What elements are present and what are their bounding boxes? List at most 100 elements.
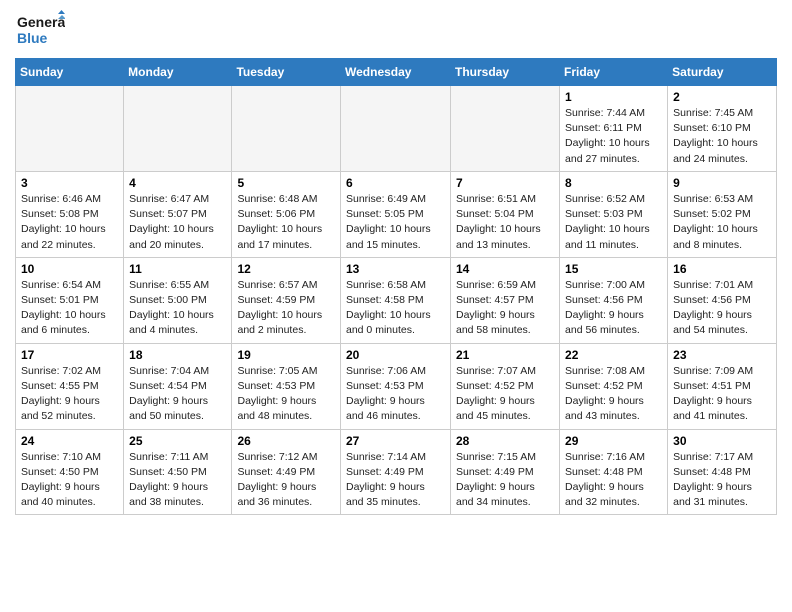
day-info: Sunrise: 6:48 AM Sunset: 5:06 PM Dayligh…	[237, 192, 335, 253]
day-info: Sunrise: 7:09 AM Sunset: 4:51 PM Dayligh…	[673, 364, 771, 425]
day-info: Sunrise: 6:46 AM Sunset: 5:08 PM Dayligh…	[21, 192, 118, 253]
logo-icon: General Blue	[15, 10, 65, 50]
day-number: 18	[129, 348, 226, 362]
calendar-cell: 20 Sunrise: 7:06 AM Sunset: 4:53 PM Dayli…	[341, 343, 451, 429]
day-number: 19	[237, 348, 335, 362]
day-info: Sunrise: 6:53 AM Sunset: 5:02 PM Dayligh…	[673, 192, 771, 253]
calendar-cell: 23 Sunrise: 7:09 AM Sunset: 4:51 PM Dayli…	[668, 343, 777, 429]
day-info: Sunrise: 6:47 AM Sunset: 5:07 PM Dayligh…	[129, 192, 226, 253]
day-number: 11	[129, 262, 226, 276]
day-number: 27	[346, 434, 445, 448]
day-number: 6	[346, 176, 445, 190]
logo: General Blue	[15, 10, 65, 50]
calendar-week-row: 24 Sunrise: 7:10 AM Sunset: 4:50 PM Dayli…	[16, 429, 777, 515]
day-info: Sunrise: 7:17 AM Sunset: 4:48 PM Dayligh…	[673, 450, 771, 511]
day-info: Sunrise: 7:16 AM Sunset: 4:48 PM Dayligh…	[565, 450, 662, 511]
calendar-cell: 19 Sunrise: 7:05 AM Sunset: 4:53 PM Dayli…	[232, 343, 341, 429]
calendar-cell: 27 Sunrise: 7:14 AM Sunset: 4:49 PM Dayli…	[341, 429, 451, 515]
day-info: Sunrise: 7:02 AM Sunset: 4:55 PM Dayligh…	[21, 364, 118, 425]
day-info: Sunrise: 6:51 AM Sunset: 5:04 PM Dayligh…	[456, 192, 554, 253]
day-number: 30	[673, 434, 771, 448]
calendar-cell: 29 Sunrise: 7:16 AM Sunset: 4:48 PM Dayli…	[560, 429, 668, 515]
calendar-cell: 8Sunrise: 6:52 AM Sunset: 5:03 PM Daylig…	[560, 171, 668, 257]
day-info: Sunrise: 7:05 AM Sunset: 4:53 PM Dayligh…	[237, 364, 335, 425]
calendar-cell: 30 Sunrise: 7:17 AM Sunset: 4:48 PM Dayli…	[668, 429, 777, 515]
day-info: Sunrise: 7:10 AM Sunset: 4:50 PM Dayligh…	[21, 450, 118, 511]
day-number: 7	[456, 176, 554, 190]
day-info: Sunrise: 6:59 AM Sunset: 4:57 PM Dayligh…	[456, 278, 554, 339]
calendar-cell	[451, 86, 560, 172]
calendar-cell: 13 Sunrise: 6:58 AM Sunset: 4:58 PM Dayli…	[341, 257, 451, 343]
day-number: 3	[21, 176, 118, 190]
day-number: 12	[237, 262, 335, 276]
calendar-cell: 17 Sunrise: 7:02 AM Sunset: 4:55 PM Dayli…	[16, 343, 124, 429]
day-number: 29	[565, 434, 662, 448]
calendar-cell: 24 Sunrise: 7:10 AM Sunset: 4:50 PM Dayli…	[16, 429, 124, 515]
day-info: Sunrise: 7:11 AM Sunset: 4:50 PM Dayligh…	[129, 450, 226, 511]
day-number: 14	[456, 262, 554, 276]
day-number: 26	[237, 434, 335, 448]
calendar-header-saturday: Saturday	[668, 59, 777, 86]
calendar-cell: 11Sunrise: 6:55 AM Sunset: 5:00 PM Dayli…	[124, 257, 232, 343]
day-info: Sunrise: 7:00 AM Sunset: 4:56 PM Dayligh…	[565, 278, 662, 339]
day-number: 17	[21, 348, 118, 362]
day-info: Sunrise: 7:45 AM Sunset: 6:10 PM Dayligh…	[673, 106, 771, 167]
calendar-header-friday: Friday	[560, 59, 668, 86]
day-info: Sunrise: 7:06 AM Sunset: 4:53 PM Dayligh…	[346, 364, 445, 425]
calendar-cell: 5Sunrise: 6:48 AM Sunset: 5:06 PM Daylig…	[232, 171, 341, 257]
calendar-cell: 26 Sunrise: 7:12 AM Sunset: 4:49 PM Dayli…	[232, 429, 341, 515]
calendar-cell: 28 Sunrise: 7:15 AM Sunset: 4:49 PM Dayli…	[451, 429, 560, 515]
day-info: Sunrise: 6:52 AM Sunset: 5:03 PM Dayligh…	[565, 192, 662, 253]
calendar-header-row: SundayMondayTuesdayWednesdayThursdayFrid…	[16, 59, 777, 86]
day-number: 24	[21, 434, 118, 448]
day-number: 25	[129, 434, 226, 448]
calendar-cell: 3 Sunrise: 6:46 AM Sunset: 5:08 PM Daylig…	[16, 171, 124, 257]
day-info: Sunrise: 6:54 AM Sunset: 5:01 PM Dayligh…	[21, 278, 118, 339]
calendar-week-row: 1Sunrise: 7:44 AM Sunset: 6:11 PM Daylig…	[16, 86, 777, 172]
day-number: 1	[565, 90, 662, 104]
calendar-header-thursday: Thursday	[451, 59, 560, 86]
calendar-cell: 9 Sunrise: 6:53 AM Sunset: 5:02 PM Daylig…	[668, 171, 777, 257]
calendar-week-row: 17 Sunrise: 7:02 AM Sunset: 4:55 PM Dayli…	[16, 343, 777, 429]
day-info: Sunrise: 6:58 AM Sunset: 4:58 PM Dayligh…	[346, 278, 445, 339]
day-info: Sunrise: 7:07 AM Sunset: 4:52 PM Dayligh…	[456, 364, 554, 425]
day-info: Sunrise: 7:04 AM Sunset: 4:54 PM Dayligh…	[129, 364, 226, 425]
svg-text:General: General	[17, 14, 65, 30]
day-number: 9	[673, 176, 771, 190]
day-number: 10	[21, 262, 118, 276]
calendar-cell: 16 Sunrise: 7:01 AM Sunset: 4:56 PM Dayli…	[668, 257, 777, 343]
calendar-cell: 15 Sunrise: 7:00 AM Sunset: 4:56 PM Dayli…	[560, 257, 668, 343]
svg-text:Blue: Blue	[17, 30, 48, 46]
day-number: 13	[346, 262, 445, 276]
calendar-cell: 10 Sunrise: 6:54 AM Sunset: 5:01 PM Dayli…	[16, 257, 124, 343]
day-number: 28	[456, 434, 554, 448]
calendar-cell: 21 Sunrise: 7:07 AM Sunset: 4:52 PM Dayli…	[451, 343, 560, 429]
day-number: 16	[673, 262, 771, 276]
day-number: 23	[673, 348, 771, 362]
day-number: 4	[129, 176, 226, 190]
day-info: Sunrise: 7:01 AM Sunset: 4:56 PM Dayligh…	[673, 278, 771, 339]
calendar-cell	[232, 86, 341, 172]
calendar-cell: 14 Sunrise: 6:59 AM Sunset: 4:57 PM Dayli…	[451, 257, 560, 343]
calendar-cell: 1Sunrise: 7:44 AM Sunset: 6:11 PM Daylig…	[560, 86, 668, 172]
calendar-cell: 25 Sunrise: 7:11 AM Sunset: 4:50 PM Dayli…	[124, 429, 232, 515]
day-number: 21	[456, 348, 554, 362]
calendar-header-sunday: Sunday	[16, 59, 124, 86]
day-info: Sunrise: 7:08 AM Sunset: 4:52 PM Dayligh…	[565, 364, 662, 425]
calendar-week-row: 3 Sunrise: 6:46 AM Sunset: 5:08 PM Daylig…	[16, 171, 777, 257]
day-info: Sunrise: 7:12 AM Sunset: 4:49 PM Dayligh…	[237, 450, 335, 511]
day-info: Sunrise: 7:15 AM Sunset: 4:49 PM Dayligh…	[456, 450, 554, 511]
calendar-cell	[124, 86, 232, 172]
calendar-table: SundayMondayTuesdayWednesdayThursdayFrid…	[15, 58, 777, 515]
day-number: 20	[346, 348, 445, 362]
calendar-cell: 22 Sunrise: 7:08 AM Sunset: 4:52 PM Dayli…	[560, 343, 668, 429]
day-number: 22	[565, 348, 662, 362]
day-info: Sunrise: 6:57 AM Sunset: 4:59 PM Dayligh…	[237, 278, 335, 339]
day-info: Sunrise: 6:49 AM Sunset: 5:05 PM Dayligh…	[346, 192, 445, 253]
calendar-cell	[16, 86, 124, 172]
logo-container: General Blue	[15, 10, 65, 50]
day-number: 15	[565, 262, 662, 276]
page-header: General Blue	[15, 10, 777, 50]
day-info: Sunrise: 7:14 AM Sunset: 4:49 PM Dayligh…	[346, 450, 445, 511]
calendar-cell: 18 Sunrise: 7:04 AM Sunset: 4:54 PM Dayli…	[124, 343, 232, 429]
